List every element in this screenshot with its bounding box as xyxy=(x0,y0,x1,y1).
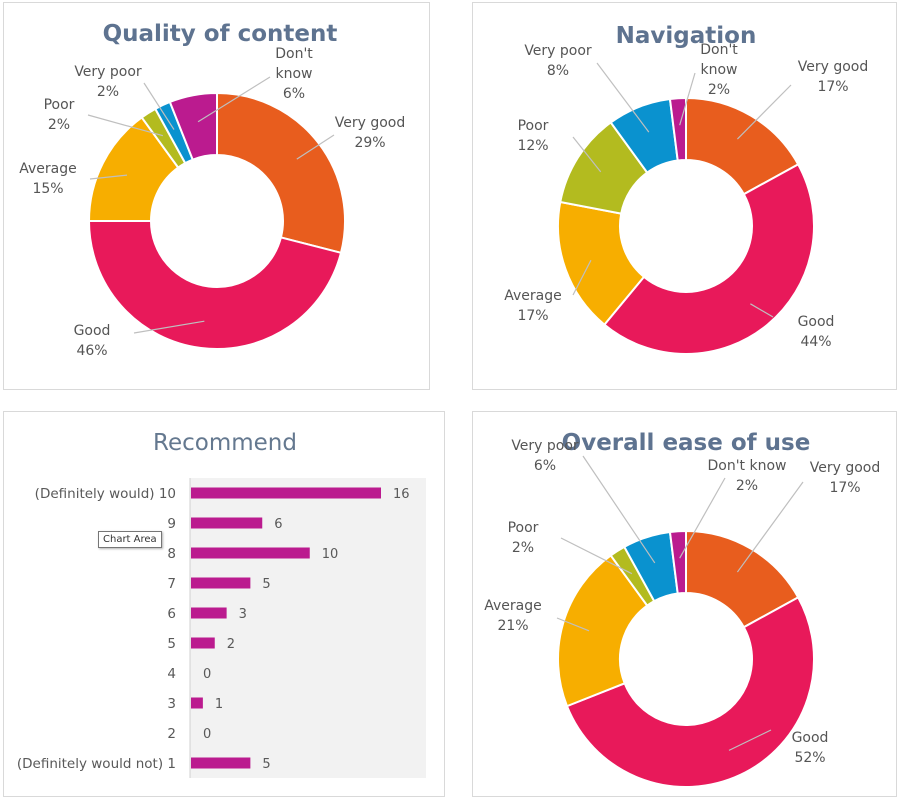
slice-percent-very-good: 17% xyxy=(817,79,848,95)
chart-title: Recommend xyxy=(153,430,297,456)
quality-of-content-chart[interactable]: Quality of content Very good 29% Good 46% Av… xyxy=(3,2,430,390)
navigation-donut-svg: Navigation Very good17%Good44%Average17%… xyxy=(504,23,869,355)
category-label: 5 xyxy=(167,636,176,652)
bar-7[interactable] xyxy=(191,577,251,589)
category-label: (Definitely would) 10 xyxy=(35,486,176,502)
bar-value-label: 16 xyxy=(393,487,410,502)
category-label: (Definitely would not) 1 xyxy=(17,756,176,772)
category-label: 6 xyxy=(167,606,176,622)
slice-percent-dont-know: 2% xyxy=(708,82,730,98)
bar-value-label: 5 xyxy=(262,577,270,592)
slice-percent-good: 46% xyxy=(76,343,107,359)
slice-percent-very-good: 17% xyxy=(829,480,860,496)
chart-title: Quality of content xyxy=(103,21,338,47)
slice-percent-average: 21% xyxy=(497,618,528,634)
category-label: 9 xyxy=(167,516,176,532)
slice-percent-average: 15% xyxy=(32,181,63,197)
slice-label-average: Average xyxy=(484,598,542,614)
recommend-bar-svg: Recommend (Definitely would) 10 169 68 107 5… xyxy=(17,430,426,778)
slice-label-average: Average xyxy=(19,161,77,177)
slice-label-poor: Poor xyxy=(44,97,75,113)
quality-donut-svg: Quality of content Very good 29% Good 46% Av… xyxy=(19,21,406,359)
slice-label-dont-know: know xyxy=(701,62,738,78)
slice-percent-very-poor: 6% xyxy=(534,458,556,474)
slice-label-very-good: Very good xyxy=(798,59,869,75)
slice-label-good: Good xyxy=(792,730,829,746)
slice-percent-average: 17% xyxy=(517,308,548,324)
slice-label-very-good: Very good xyxy=(810,460,881,476)
chart-area-tooltip: Chart Area xyxy=(98,531,162,548)
slice-percent-dont-know: 6% xyxy=(283,86,305,102)
category-label: 4 xyxy=(167,666,176,682)
slice-label-good: Good xyxy=(798,314,835,330)
slice-label-poor: Poor xyxy=(518,118,549,134)
category-label: 8 xyxy=(167,546,176,562)
category-label: 7 xyxy=(167,576,176,592)
bar-value-label: 0 xyxy=(203,727,211,742)
slice-percent-poor: 12% xyxy=(517,138,548,154)
leader-line-very-poor xyxy=(582,455,656,564)
slice-percent-very-good: 29% xyxy=(354,135,385,151)
chart-title: Overall ease of use xyxy=(562,430,811,456)
bar-value-label: 10 xyxy=(322,547,339,562)
bar-8[interactable] xyxy=(191,547,310,559)
slice-percent-very-poor: 8% xyxy=(547,63,569,79)
bar-value-label: 1 xyxy=(215,697,223,712)
bar-3[interactable] xyxy=(191,697,203,709)
bar-9[interactable] xyxy=(191,517,263,529)
slice-good[interactable] xyxy=(603,162,815,355)
category-label: 2 xyxy=(167,726,176,742)
recommend-chart[interactable]: Recommend (Definitely would) 10 16 9 6 8 10 7 5… xyxy=(3,411,445,797)
ease-donut-svg: Overall ease of use Very good 17% Good 52% A… xyxy=(484,430,881,788)
slice-label-very-poor: Very poor xyxy=(524,43,592,59)
slice-very-good[interactable] xyxy=(216,91,346,255)
leader-line-very-good xyxy=(736,481,804,573)
slice-label-good: Good xyxy=(74,323,111,339)
slice-percent-very-poor: 2% xyxy=(97,84,119,100)
bar-value-label: 5 xyxy=(262,757,270,772)
slice-label-very-poor: Very poor xyxy=(511,438,579,454)
bar-5[interactable] xyxy=(191,637,215,649)
overall-ease-of-use-chart[interactable]: Overall ease of use Very good 17% Good 52% A… xyxy=(472,411,897,797)
category-label: 3 xyxy=(167,696,176,712)
slice-percent-good: 52% xyxy=(794,750,825,766)
slice-label-very-good: Very good xyxy=(335,115,406,131)
slice-label-average: Average xyxy=(504,288,562,304)
bar-6[interactable] xyxy=(191,607,227,619)
bar-1[interactable] xyxy=(191,757,251,769)
slice-label-dont-know: Don't xyxy=(700,42,738,58)
navigation-chart[interactable]: Navigation Very good 17% Good 44% Average 17%… xyxy=(472,2,897,390)
bar-value-label: 3 xyxy=(239,607,247,622)
slice-percent-poor: 2% xyxy=(48,117,70,133)
bar-value-label: 0 xyxy=(203,667,211,682)
slice-label-dont-know: know xyxy=(276,66,313,82)
slice-label-dont-know: Don't know xyxy=(707,458,786,474)
slice-label-poor: Poor xyxy=(508,520,539,536)
bar-value-label: 6 xyxy=(274,517,282,532)
slice-label-very-poor: Very poor xyxy=(74,64,142,80)
bar-value-label: 2 xyxy=(227,637,235,652)
slice-percent-good: 44% xyxy=(800,334,831,350)
bar-10[interactable] xyxy=(191,487,381,499)
slice-percent-dont-know: 2% xyxy=(736,478,758,494)
slice-label-dont-know: Don't xyxy=(275,46,313,62)
slice-percent-poor: 2% xyxy=(512,540,534,556)
